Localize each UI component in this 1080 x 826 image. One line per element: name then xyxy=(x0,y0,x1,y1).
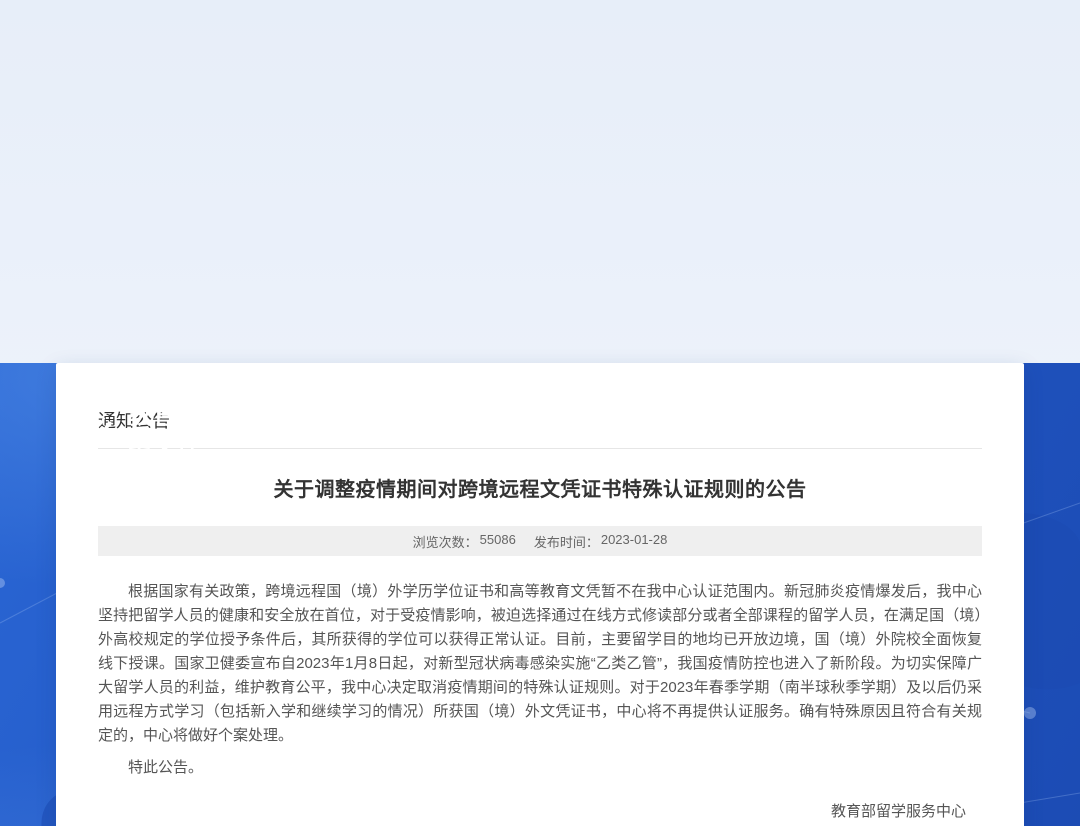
nav-item-important-notices[interactable]: 重要通知 xyxy=(450,406,518,430)
views-label: 浏览次数： xyxy=(413,532,478,551)
views-count: 55086 xyxy=(480,532,516,551)
article-title: 关于调整疫情期间对跨境远程文凭证书特殊认证规则的公告 xyxy=(98,473,982,502)
nav-item-government-sponsored[interactable]: 公派留学 xyxy=(940,406,1008,430)
signature-org: 教育部留学服务中心 xyxy=(98,800,966,821)
publish-date: 2023-01-28 xyxy=(601,532,668,551)
platform-label: 全国一体化在线政务服务平台 xyxy=(128,372,450,391)
brand-home-link[interactable]: 全国一体化在线政务服务平台 教育部留学服务中心网上服务大厅 xyxy=(58,372,450,464)
nav-item-study-abroad-archives[interactable]: 留学存档 xyxy=(826,406,894,430)
brand-text: 全国一体化在线政务服务平台 教育部留学服务中心网上服务大厅 xyxy=(128,372,450,464)
article-signature: 教育部留学服务中心 2023年1月28日 xyxy=(98,800,982,826)
cscse-logo-icon xyxy=(58,382,116,454)
nav-item-degree-authentication[interactable]: 学历学位认证 xyxy=(564,406,666,430)
nav-item-employment-registration[interactable]: 就业报到 xyxy=(712,406,780,430)
publish-label: 发布时间： xyxy=(534,532,599,551)
article-meta-bar: 浏览次数： 55086 发布时间： 2023-01-28 xyxy=(98,526,982,556)
site-title: 教育部留学服务中心网上服务大厅 xyxy=(128,396,450,464)
article-paragraph-closing: 特此公告。 xyxy=(98,756,982,780)
publish-meta: 发布时间： 2023-01-28 xyxy=(534,532,668,551)
site-header: 全国一体化在线政务服务平台 教育部留学服务中心网上服务大厅 重要通知 学历学位认… xyxy=(0,363,1080,473)
article-body: 根据国家有关政策，跨境远程国（境）外学历学位证书和高等教育文凭暂不在我中心认证范… xyxy=(98,580,982,780)
main-nav: 重要通知 学历学位认证 就业报到 留学存档 公派留学 xyxy=(450,406,1008,430)
views-meta: 浏览次数： 55086 xyxy=(413,532,516,551)
article-paragraph: 根据国家有关政策，跨境远程国（境）外学历学位证书和高等教育文凭暂不在我中心认证范… xyxy=(98,580,982,748)
